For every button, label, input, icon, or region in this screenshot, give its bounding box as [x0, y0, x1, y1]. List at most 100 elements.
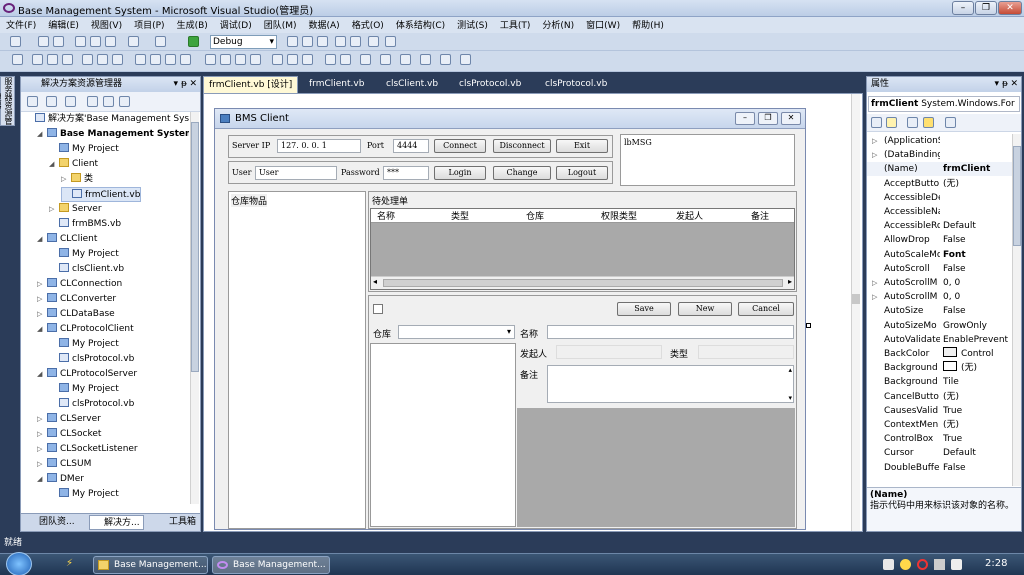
expander-icon[interactable]: ▷ — [37, 277, 45, 292]
property-row[interactable]: AllowDrop False — [867, 233, 1015, 247]
tree-item[interactable]: My Project — [49, 337, 119, 352]
password-input[interactable]: *** — [383, 166, 429, 180]
object-selector[interactable]: frmClient System.Windows.For — [868, 96, 1020, 112]
property-value[interactable]: False — [943, 461, 1013, 475]
minimize-button[interactable]: – — [952, 1, 974, 15]
format-icon[interactable] — [400, 54, 411, 65]
view-designer-icon[interactable] — [103, 96, 114, 107]
property-row[interactable]: Cursor Default — [867, 446, 1015, 460]
tree-item[interactable]: frmBMS.vb — [49, 217, 121, 232]
property-row[interactable]: ▷ AutoScrollM 0, 0 — [867, 276, 1015, 290]
tree-item[interactable]: My Project — [49, 487, 119, 502]
bring-to-front-icon[interactable] — [325, 54, 336, 65]
make-same-size-icon[interactable] — [165, 54, 176, 65]
events-icon[interactable] — [923, 117, 934, 128]
cut-icon[interactable] — [75, 36, 86, 47]
scroll-up-icon[interactable]: ▴ — [788, 366, 792, 374]
snap-icon[interactable] — [440, 54, 451, 65]
tree-item[interactable]: ▷ CLConverter — [37, 292, 116, 307]
start-page-icon[interactable] — [368, 36, 379, 47]
tree-item[interactable]: My Project — [49, 247, 119, 262]
property-row[interactable]: DoubleBuffe False — [867, 461, 1015, 475]
note-textarea[interactable]: ▴ ▾ — [547, 365, 794, 403]
redo-icon[interactable] — [155, 36, 166, 47]
tree-item[interactable]: ◢ Client — [49, 157, 98, 172]
property-row[interactable]: AutoSizeMo GrowOnly — [867, 319, 1015, 333]
property-value[interactable]: 0, 0 — [943, 276, 1013, 290]
lock-controls-icon[interactable] — [360, 54, 371, 65]
expander-icon[interactable]: ▷ — [37, 307, 45, 322]
edit-checkbox[interactable] — [373, 304, 383, 314]
menu-item[interactable]: 工具(T) — [494, 17, 537, 33]
property-row[interactable]: BackColor Control — [867, 347, 1015, 361]
align-lefts-icon[interactable] — [32, 54, 43, 65]
make-same-height-icon[interactable] — [150, 54, 161, 65]
detail-grid[interactable] — [517, 408, 795, 527]
scrollbar-thumb[interactable] — [191, 122, 199, 372]
property-value[interactable]: frmClient — [943, 162, 1013, 176]
tree-item[interactable]: My Project — [49, 382, 119, 397]
property-row[interactable]: AccessibleNa — [867, 205, 1015, 219]
exit-button[interactable]: Exit — [556, 139, 608, 153]
view-code-icon[interactable] — [87, 96, 98, 107]
scrollbar-thumb[interactable] — [383, 279, 783, 287]
scroll-down-icon[interactable]: ▾ — [788, 394, 792, 402]
expander-icon[interactable]: ▷ — [872, 148, 877, 162]
maximize-button[interactable]: ❐ — [975, 1, 997, 15]
grid-column-header[interactable]: 权限类型 — [601, 209, 637, 222]
server-ip-input[interactable]: 127. 0. 0. 1 — [277, 139, 361, 153]
send-to-back-icon[interactable] — [340, 54, 351, 65]
connect-button[interactable]: Connect — [434, 139, 486, 153]
align-centers-icon[interactable] — [47, 54, 58, 65]
document-tab[interactable]: clsProtocol.vb — [459, 76, 521, 93]
expander-icon[interactable]: ▷ — [872, 276, 877, 290]
scrollbar-thumb[interactable] — [1013, 146, 1021, 246]
resize-handle[interactable] — [806, 323, 811, 328]
grid-column-header[interactable]: 发起人 — [676, 209, 703, 222]
menu-item[interactable]: 生成(B) — [171, 17, 214, 33]
tray-icon[interactable] — [900, 559, 911, 570]
align-to-grid-icon[interactable] — [12, 54, 23, 65]
taskbar-item[interactable]: Base Management... — [212, 556, 330, 574]
close-button[interactable]: ✕ — [998, 1, 1022, 15]
tab-order-icon[interactable] — [380, 54, 391, 65]
tree-item[interactable]: ◢ CLClient — [37, 232, 97, 247]
warehouse-select[interactable]: ▾ — [398, 325, 515, 339]
expander-icon[interactable]: ▷ — [37, 457, 45, 472]
menu-item[interactable]: 编辑(E) — [42, 17, 85, 33]
volume-icon[interactable] — [951, 559, 962, 570]
property-value[interactable]: Default — [943, 446, 1013, 460]
property-value[interactable]: (无) — [943, 177, 1013, 191]
grid-column-header[interactable]: 备注 — [751, 209, 769, 222]
menu-item[interactable]: 数据(A) — [303, 17, 346, 33]
property-value[interactable]: False — [943, 233, 1013, 247]
menu-item[interactable]: 团队(M) — [258, 17, 303, 33]
expander-icon[interactable]: ▷ — [872, 290, 877, 304]
center-vertically-icon[interactable] — [302, 54, 313, 65]
tree-item[interactable]: ▷ CLSocket — [37, 427, 101, 442]
expander-icon[interactable]: ▷ — [49, 202, 57, 217]
taskbar-item[interactable]: Base Management... — [93, 556, 208, 574]
new-button[interactable]: New — [678, 302, 732, 316]
menu-item[interactable]: 分析(N) — [536, 17, 580, 33]
name-input[interactable] — [547, 325, 794, 339]
configuration-select[interactable]: Debug ▾ — [210, 35, 277, 49]
close-panel-icon[interactable]: ✕ — [1010, 77, 1018, 91]
expander-icon[interactable]: ◢ — [49, 157, 57, 172]
disconnect-button[interactable]: Disconnect — [493, 139, 551, 153]
menu-item[interactable]: 测试(S) — [451, 17, 494, 33]
document-tab[interactable]: frmClient.vb [设计] — [203, 76, 299, 93]
property-row[interactable]: AccessibleRo Default — [867, 219, 1015, 233]
align-middles-icon[interactable] — [97, 54, 108, 65]
property-value[interactable]: (无) — [943, 418, 1013, 432]
panel-tab[interactable]: 工具箱 — [155, 515, 199, 530]
tree-item[interactable]: ◢ Base Management System — [37, 127, 189, 142]
solution-explorer-icon[interactable] — [302, 36, 313, 47]
tree-item[interactable]: ▷ CLDataBase — [37, 307, 115, 322]
refresh-icon[interactable] — [65, 96, 76, 107]
tree-item[interactable]: ▷ CLServer — [37, 412, 101, 427]
paste-icon[interactable] — [105, 36, 116, 47]
grid-column-header[interactable]: 仓库 — [526, 209, 544, 222]
find-icon[interactable] — [287, 36, 298, 47]
grid-column-header[interactable]: 类型 — [451, 209, 469, 222]
